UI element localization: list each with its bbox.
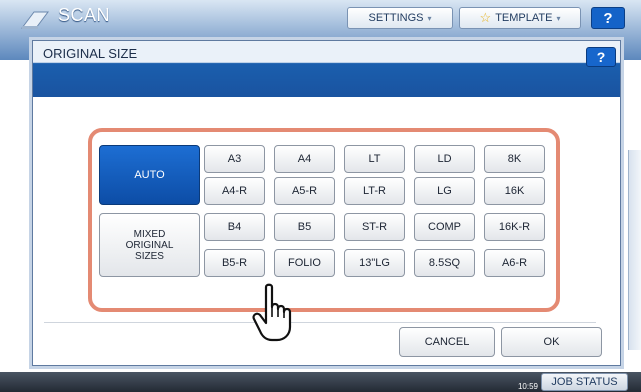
job-status-button[interactable]: JOB STATUS [541,373,628,391]
size-8k-button[interactable]: 8K [484,145,545,173]
size-13lg-button[interactable]: 13"LG [344,249,405,277]
ok-button[interactable]: OK [501,327,602,357]
size-16k-button[interactable]: 16K [484,177,545,205]
cancel-button[interactable]: CANCEL [399,327,495,357]
original-size-dialog: ORIGINAL SIZE ? AUTO MIXED ORIGINAL SIZE… [32,40,621,366]
size-a5r-button[interactable]: A5-R [274,177,335,205]
size-b5-button[interactable]: B5 [274,213,335,241]
template-button[interactable]: ☆ TEMPLATE ▾ [459,7,581,29]
mixed-original-sizes-button[interactable]: MIXED ORIGINAL SIZES [99,213,200,277]
settings-label: SETTINGS [368,12,424,24]
background-panel-edge [628,150,641,350]
size-a6r-button[interactable]: A6-R [484,249,545,277]
help-button[interactable]: ? [591,7,625,29]
dialog-help-button[interactable]: ? [586,47,616,67]
size-lg-button[interactable]: LG [414,177,475,205]
size-ld-button[interactable]: LD [414,145,475,173]
size-b5r-button[interactable]: B5-R [204,249,265,277]
size-a4-button[interactable]: A4 [274,145,335,173]
scanner-icon [21,11,49,29]
pointing-hand-icon [252,283,292,342]
chevron-down-icon: ▾ [556,13,561,23]
template-label: TEMPLATE [495,12,553,24]
clock: 10:59 [488,372,538,392]
size-folio-button[interactable]: FOLIO [274,249,335,277]
size-b4-button[interactable]: B4 [204,213,265,241]
app-title: SCAN [58,5,111,25]
dialog-header: ORIGINAL SIZE ? [33,41,620,97]
settings-button[interactable]: SETTINGS ▾ [347,7,453,29]
size-str-button[interactable]: ST-R [344,213,405,241]
star-icon: ☆ [479,10,492,25]
size-a4r-button[interactable]: A4-R [204,177,265,205]
size-a3-button[interactable]: A3 [204,145,265,173]
chevron-down-icon: ▾ [427,13,432,23]
size-16kr-button[interactable]: 16K-R [484,213,545,241]
size-85sq-button[interactable]: 8.5SQ [414,249,475,277]
size-lt-button[interactable]: LT [344,145,405,173]
size-comp-button[interactable]: COMP [414,213,475,241]
dialog-title: ORIGINAL SIZE [43,46,138,61]
clock-time: 10:59 [517,382,538,391]
dialog-separator [44,322,596,323]
size-ltr-button[interactable]: LT-R [344,177,405,205]
auto-size-button[interactable]: AUTO [99,145,200,205]
